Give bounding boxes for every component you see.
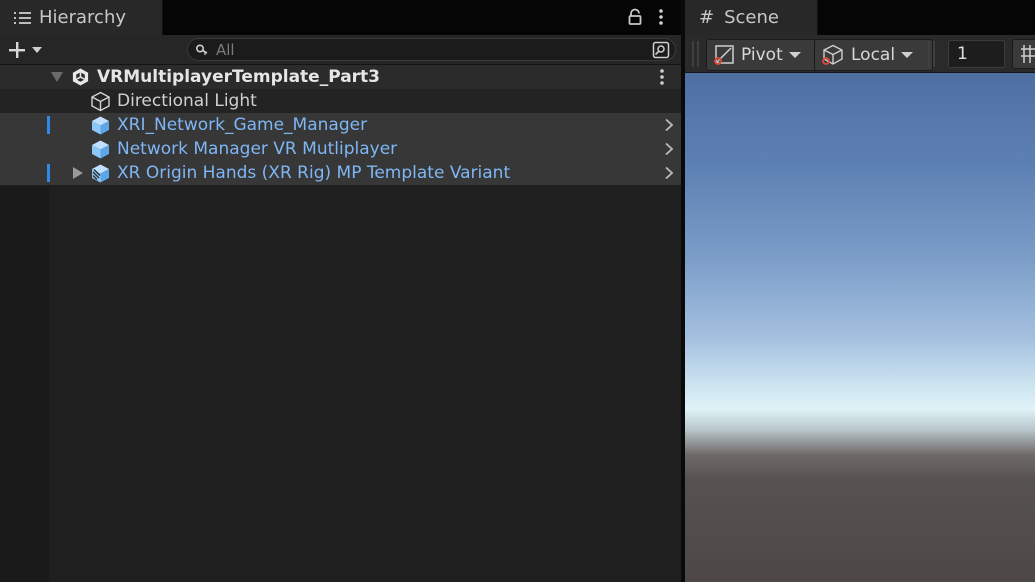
chevron-right-icon[interactable] (663, 166, 675, 180)
toolbar-grip (933, 41, 935, 67)
plus-icon (9, 42, 25, 58)
search-input[interactable] (216, 39, 636, 60)
dropdown-arrow-icon (901, 52, 914, 58)
open-search-window-icon[interactable] (651, 40, 671, 60)
pivot-label: Pivot (741, 45, 783, 65)
prefab-cube-icon (92, 116, 109, 135)
hierarchy-item-label: XR Origin Hands (XR Rig) MP Template Var… (117, 163, 511, 183)
chevron-right-icon[interactable] (663, 142, 675, 156)
grid-snap-button[interactable] (1012, 39, 1035, 69)
selection-marker (47, 164, 50, 182)
pivot-button[interactable]: Pivot (706, 39, 823, 71)
pivot-icon (714, 45, 734, 65)
hierarchy-item-label: Network Manager VR Mutliplayer (117, 139, 398, 159)
tab-scene-label: Scene (724, 7, 779, 28)
hierarchy-item-label: XRI_Network_Game_Manager (117, 115, 368, 135)
hash-icon: # (699, 6, 715, 28)
hierarchy-item-directional-light[interactable]: Directional Light (0, 89, 681, 113)
scene-name: VRMultiplayerTemplate_Part3 (97, 67, 381, 87)
local-label: Local (851, 45, 896, 65)
scene-kebab-menu-icon[interactable] (656, 68, 668, 86)
add-button[interactable] (6, 38, 50, 62)
prefab-variant-icon (92, 164, 109, 183)
toolbar-grip (692, 41, 694, 67)
local-cube-icon (822, 44, 843, 65)
tab-hierarchy[interactable]: Hierarchy (0, 0, 163, 35)
hierarchy-item-xri-network-game-manager[interactable]: XRI_Network_Game_Manager (0, 113, 681, 137)
scene-header-row[interactable]: VRMultiplayerTemplate_Part3 (0, 65, 681, 89)
toolbar-grip (697, 41, 699, 67)
gameobject-cube-icon (91, 91, 110, 112)
dropdown-arrow-icon (32, 47, 42, 53)
search-icon (195, 44, 208, 55)
snap-increment-field[interactable]: 1 (948, 40, 1005, 68)
hierarchy-item-xr-origin-hands[interactable]: XR Origin Hands (XR Rig) MP Template Var… (0, 161, 681, 185)
scene-viewport[interactable] (685, 73, 1035, 582)
dropdown-arrow-icon (788, 52, 801, 58)
local-button[interactable]: Local (814, 39, 933, 71)
list-icon (14, 11, 31, 25)
unity-scene-icon (72, 68, 89, 86)
tab-hierarchy-label: Hierarchy (39, 7, 127, 28)
foldout-expanded-icon[interactable] (50, 71, 64, 83)
tab-scene[interactable]: # Scene (685, 0, 818, 35)
foldout-collapsed-icon[interactable] (72, 166, 84, 180)
hierarchy-gutter (0, 186, 49, 582)
hierarchy-item-network-manager[interactable]: Network Manager VR Mutliplayer (0, 137, 681, 161)
hierarchy-item-label: Directional Light (117, 91, 257, 111)
toolbar-grip (928, 41, 930, 67)
kebab-menu-icon[interactable] (655, 7, 667, 27)
grid-snap-icon (1021, 45, 1035, 63)
lock-icon[interactable] (626, 8, 644, 26)
prefab-cube-icon (92, 140, 109, 159)
selection-marker (47, 116, 50, 134)
chevron-right-icon[interactable] (663, 118, 675, 132)
